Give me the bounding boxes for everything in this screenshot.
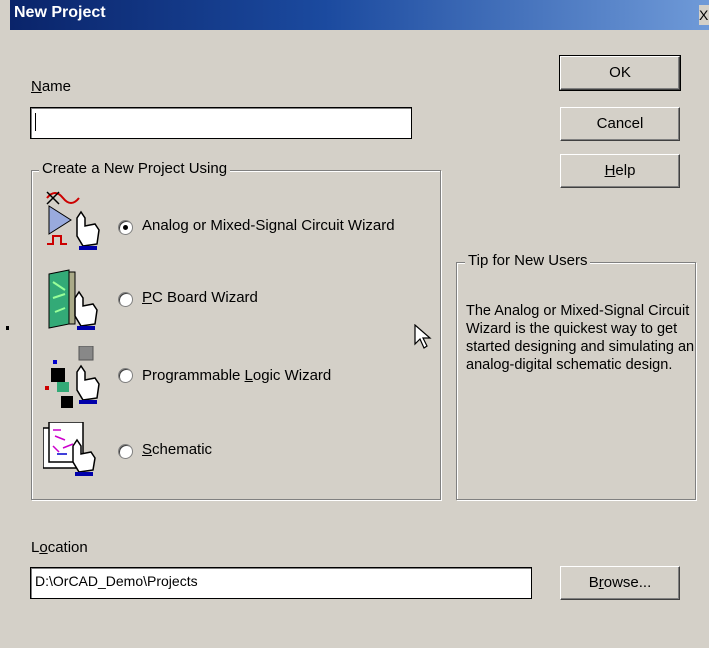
option-programmable-logic-wizard[interactable]: Programmable Logic Wizard — [43, 346, 438, 410]
name-input[interactable] — [30, 107, 412, 139]
schematic-radio[interactable] — [118, 444, 133, 459]
option-analog-wizard[interactable]: Analog or Mixed-Signal Circuit Wizard — [43, 190, 438, 254]
title-bar: New Project X — [10, 0, 709, 30]
cancel-button[interactable]: Cancel — [560, 107, 680, 141]
location-input[interactable]: D:\OrCAD_Demo\Projects — [30, 567, 532, 599]
programmable-logic-wizard-label: Programmable Logic Wizard — [142, 367, 332, 384]
pc-board-wizard-radio[interactable] — [118, 292, 133, 307]
window-edge-marker — [6, 326, 9, 330]
pc-board-wizard-icon — [48, 269, 98, 330]
tip-legend: Tip for New Users — [465, 252, 591, 269]
project-type-legend: Create a New Project Using — [39, 160, 231, 177]
analog-wizard-icon — [46, 191, 100, 250]
schematic-label: Schematic — [142, 441, 213, 458]
window-title: New Project — [14, 4, 106, 21]
location-label: Location — [31, 539, 88, 556]
option-schematic[interactable]: Schematic — [43, 422, 438, 486]
text-caret — [35, 113, 36, 131]
close-button[interactable]: X — [699, 5, 709, 25]
mouse-cursor-icon — [414, 324, 432, 349]
tip-group — [456, 262, 696, 500]
help-button[interactable]: Help — [560, 154, 680, 188]
analog-wizard-label: Analog or Mixed-Signal Circuit Wizard — [142, 217, 395, 234]
programmable-logic-wizard-icon — [45, 346, 100, 408]
pc-board-wizard-label: PC Board Wizard — [142, 289, 258, 306]
programmable-logic-wizard-radio[interactable] — [118, 368, 133, 383]
option-pc-board-wizard[interactable]: PC Board Wizard — [43, 268, 438, 332]
tip-text: The Analog or Mixed-Signal Circuit Wizar… — [466, 303, 695, 373]
name-label: Name — [31, 78, 72, 95]
schematic-icon — [43, 422, 96, 476]
ok-button[interactable]: OK — [559, 55, 681, 91]
browse-button[interactable]: Browse... — [560, 566, 680, 600]
analog-wizard-radio[interactable] — [118, 220, 133, 235]
